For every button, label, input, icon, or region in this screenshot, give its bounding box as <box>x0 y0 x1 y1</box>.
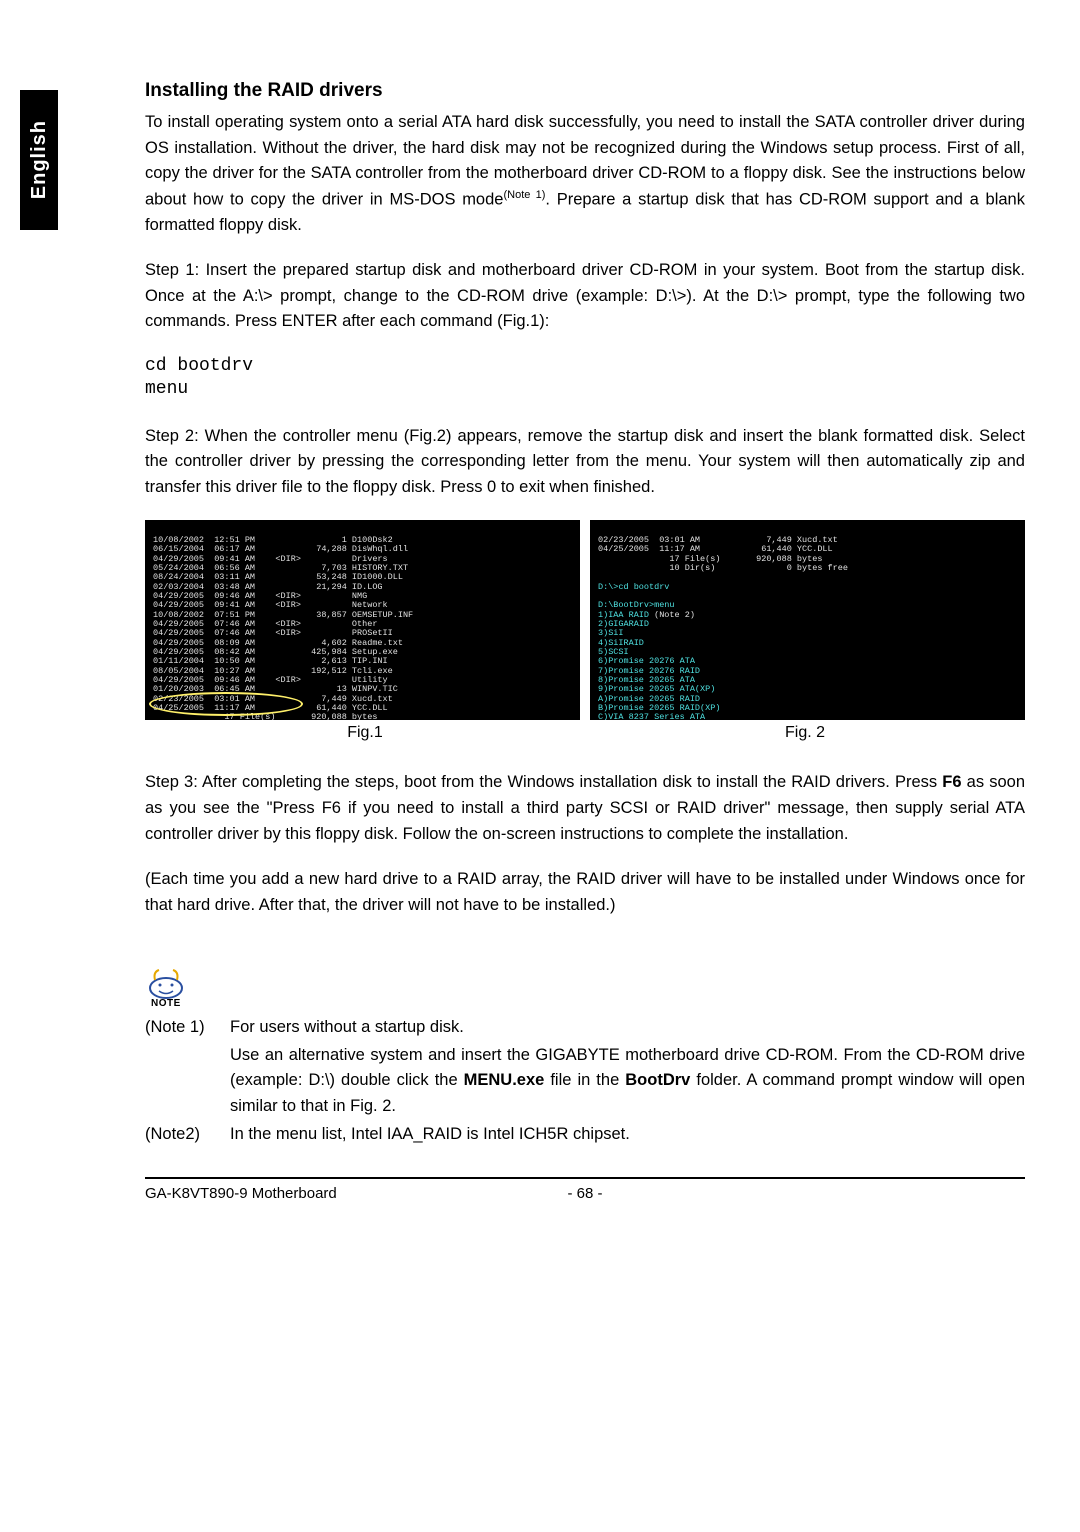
step2-paragraph: Step 2: When the controller menu (Fig.2)… <box>145 424 1025 501</box>
f6-key: F6 <box>942 773 961 791</box>
note1-body: Use an alternative system and insert the… <box>230 1043 1025 1120</box>
note1-line1: For users without a startup disk. <box>230 1015 1025 1041</box>
language-label: English <box>28 120 51 199</box>
page-footer: GA-K8VT890-9 Motherboard - 68 - <box>145 1177 1025 1202</box>
terminal-fig2: 02/23/2005 03:01 AM 7,449 Xucd.txt 04/25… <box>590 520 1025 720</box>
note2-body: In the menu list, Intel IAA_RAID is Inte… <box>230 1122 1025 1148</box>
footer-page-number: - 68 - <box>555 1185 615 1202</box>
note-caption: NOTE <box>151 998 1025 1009</box>
figure-labels: Fig.1 Fig. 2 <box>145 724 1025 742</box>
note2-reference: (Note 2) <box>654 610 695 620</box>
step1-paragraph: Step 1: Insert the prepared startup disk… <box>145 258 1025 335</box>
footer-product: GA-K8VT890-9 Motherboard <box>145 1185 555 1202</box>
note2-label: (Note2) <box>145 1122 230 1148</box>
notes-section: (Note 1) For users without a startup dis… <box>145 1015 1025 1147</box>
terminal-fig1: 10/08/2002 12:51 PM 1 D100Dsk2 06/15/200… <box>145 520 580 720</box>
step3-paragraph: Step 3: After completing the steps, boot… <box>145 770 1025 847</box>
language-tab: English <box>20 90 58 230</box>
intro-paragraph: To install operating system onto a seria… <box>145 110 1025 238</box>
command-block: cd bootdrv menu <box>145 355 1025 402</box>
fig1-label: Fig.1 <box>145 724 585 742</box>
note1-label: (Note 1) <box>145 1015 230 1041</box>
note1-reference: (Note 1) <box>503 189 545 201</box>
each-time-paragraph: (Each time you add a new hard drive to a… <box>145 867 1025 918</box>
terminal-screenshots: 10/08/2002 12:51 PM 1 D100Dsk2 06/15/200… <box>145 520 1025 720</box>
note-icon <box>145 958 187 1000</box>
page-heading: Installing the RAID drivers <box>145 80 1025 102</box>
fig2-label: Fig. 2 <box>585 724 1025 742</box>
